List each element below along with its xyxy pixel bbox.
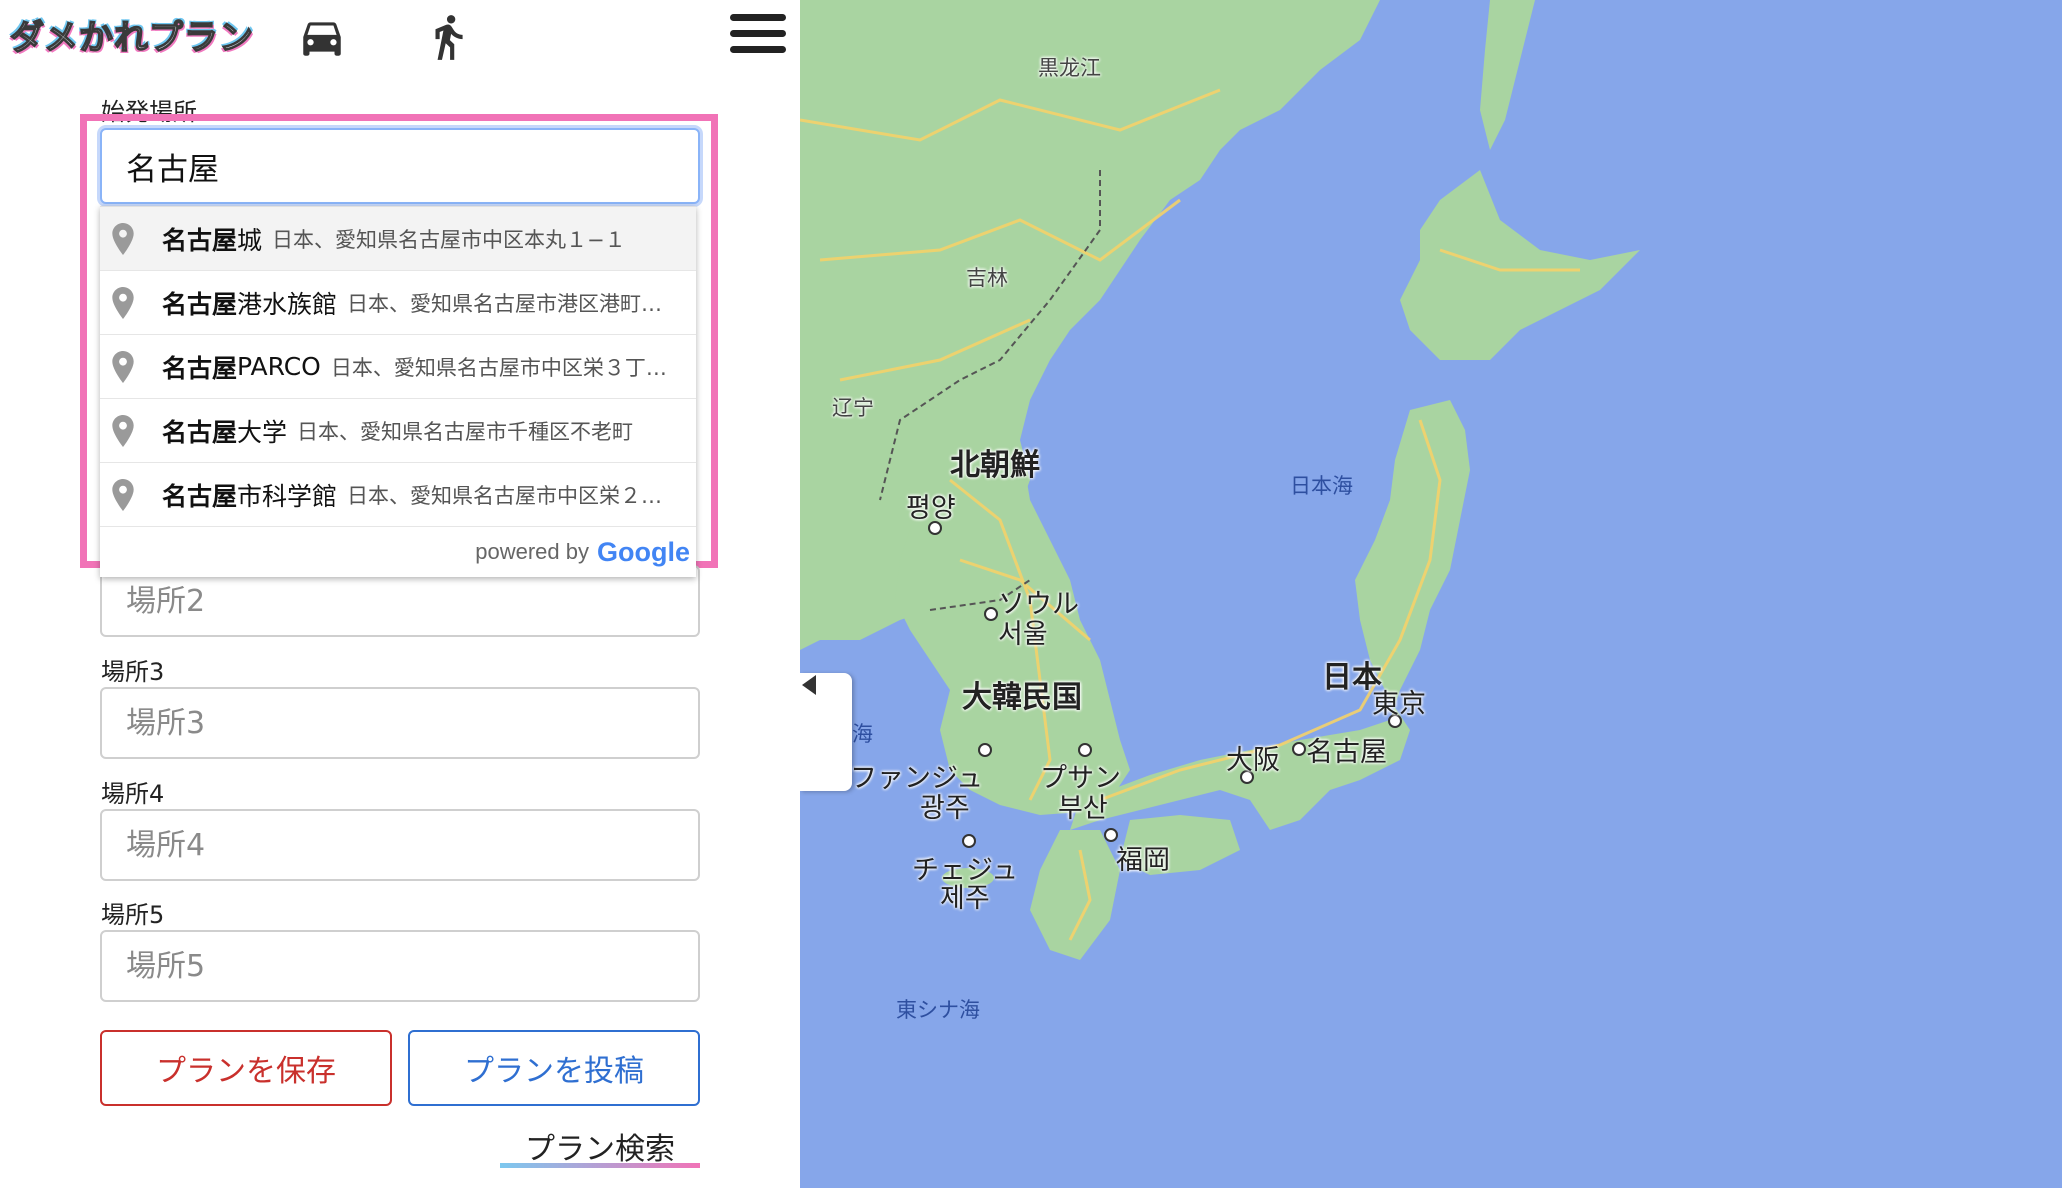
map-pin-icon	[112, 350, 134, 383]
map-label-osaka: 大阪	[1226, 745, 1280, 776]
suggestion-rest: 大学	[237, 417, 288, 447]
suggestion-match: 名古屋	[162, 225, 238, 255]
map-label-fukuoka: 福岡	[1116, 845, 1170, 876]
city-dot-gwangju	[978, 743, 992, 757]
suggestion-rest: 市科学館	[237, 481, 338, 511]
autocomplete-dropdown: 名古屋城日本、愛知県名古屋市中区本丸１−１ 名古屋 港水族館 日本、愛知県名古屋市港…	[100, 206, 696, 577]
map-label-heilongjiang: 黒龙江	[1038, 56, 1101, 80]
powered-by-google: powered by Google	[100, 527, 696, 577]
hamburger-menu-icon[interactable]	[730, 14, 786, 60]
place3-input[interactable]	[100, 687, 700, 759]
suggestion-address: 日本、愛知県名古屋市港区港町…	[347, 291, 663, 316]
map-label-jilin: 吉林	[966, 266, 1008, 290]
suggestion-item[interactable]: 名古屋 PARCO 日本、愛知県名古屋市中区栄３丁…	[100, 335, 696, 399]
suggestion-match: 名古屋	[162, 417, 238, 447]
suggestion-rest: 港水族館	[237, 289, 338, 319]
map-pin-icon	[112, 286, 134, 319]
city-dot-jeju	[962, 834, 976, 848]
city-dot-nagoya	[1292, 742, 1306, 756]
plan-panel: ダメかれプラン 始発場所 場所3 場所4 場所5 プランを保存 プランを投稿 プ…	[0, 0, 800, 1188]
place5-input[interactable]	[100, 930, 700, 1002]
map-label-east-china-sea: 東シナ海	[896, 998, 980, 1022]
map-label-gwangju-ko: 광주	[920, 793, 970, 824]
suggestion-item[interactable]: 名古屋 市科学館 日本、愛知県名古屋市中区栄２…	[100, 463, 696, 527]
sakhalin	[1480, 0, 1535, 150]
post-plan-button[interactable]: プランを投稿	[408, 1030, 700, 1106]
city-dot-seoul	[984, 607, 998, 621]
caret-left-icon	[802, 675, 816, 695]
map-label-jeju-ko: 제주	[940, 883, 990, 914]
app-logo[interactable]: ダメかれプラン	[9, 10, 254, 59]
suggestion-rest: PARCO	[237, 352, 321, 381]
map-label-seoul-ko: 서울	[998, 619, 1048, 650]
car-icon[interactable]	[294, 12, 350, 62]
map-canvas	[800, 0, 1640, 960]
walk-icon[interactable]	[420, 12, 476, 62]
save-plan-button[interactable]: プランを保存	[100, 1030, 392, 1106]
suggestion-match: 名古屋	[162, 289, 238, 319]
suggestion-address: 日本、愛知県名古屋市中区栄３丁…	[330, 355, 667, 380]
collapse-panel-button[interactable]	[800, 673, 852, 791]
start-location-input[interactable]	[100, 128, 700, 204]
suggestion-address: 日本、愛知県名古屋市中区本丸１−１	[272, 227, 626, 252]
suggestion-match: 名古屋	[162, 353, 238, 383]
map-view[interactable]: 黒龙江 吉林 辽宁 北朝鮮 평양 日本海 ソウル 서울 大韓民国 海 ファンジュ…	[800, 0, 2062, 1188]
suggestion-match: 名古屋	[162, 481, 238, 511]
map-label-north-korea: 北朝鮮	[950, 448, 1040, 483]
hokkaido	[1400, 170, 1640, 360]
map-label-pyongyang: 평양	[906, 493, 956, 524]
city-dot-busan	[1078, 743, 1092, 757]
map-pin-icon	[112, 414, 134, 447]
suggestion-address: 日本、愛知県名古屋市中区栄２…	[347, 483, 663, 508]
suggestion-item[interactable]: 名古屋 大学 日本、愛知県名古屋市千種区不老町	[100, 399, 696, 463]
map-label-tokyo: 東京	[1372, 689, 1426, 720]
map-pin-icon	[112, 222, 134, 255]
map-label-nagoya: 名古屋	[1306, 737, 1387, 768]
map-label-yellow-sea: 海	[852, 722, 873, 746]
powered-by-text: powered by	[475, 539, 589, 564]
place4-label: 場所4	[101, 780, 165, 808]
mainland-landmass	[800, 0, 1380, 650]
plan-search-link[interactable]: プラン検索	[500, 1124, 700, 1168]
map-label-busan-ko: 부산	[1058, 793, 1108, 824]
suggestion-rest: 城	[237, 225, 263, 255]
map-pin-icon	[112, 478, 134, 511]
suggestion-item[interactable]: 名古屋城日本、愛知県名古屋市中区本丸１−１	[100, 207, 696, 271]
map-label-liaoning: 辽宁	[832, 396, 874, 420]
place3-label: 場所3	[101, 658, 165, 686]
search-link-underline	[500, 1163, 700, 1168]
city-dot-pyongyang	[928, 521, 942, 535]
map-label-south-korea: 大韓民国	[962, 680, 1082, 715]
place4-input[interactable]	[100, 809, 700, 881]
kyushu	[1030, 830, 1120, 960]
suggestion-item[interactable]: 名古屋 港水族館 日本、愛知県名古屋市港区港町…	[100, 271, 696, 335]
place5-label: 場所5	[101, 901, 165, 929]
map-label-sea-of-japan: 日本海	[1290, 474, 1353, 498]
google-logo: Google	[597, 536, 690, 567]
suggestion-address: 日本、愛知県名古屋市千種区不老町	[297, 419, 634, 444]
